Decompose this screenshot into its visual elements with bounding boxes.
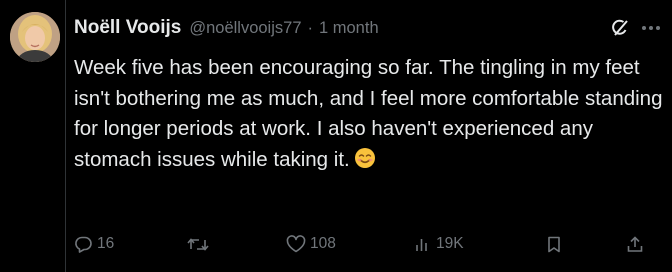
tweet-text-block: Week five has been encouraging so far. T…: [74, 53, 664, 175]
header-separator: ·: [307, 18, 314, 37]
views-count: 19K: [436, 235, 464, 252]
author-handle[interactable]: @noëllvooijs77: [189, 19, 301, 38]
smiling-face-emoji: [354, 147, 376, 169]
author-display-name[interactable]: Noëll Vooijs: [74, 17, 181, 39]
views-chart-icon: [414, 235, 432, 254]
share-icon: [626, 235, 644, 254]
repost-icon: [187, 235, 209, 254]
tweet-header: Noëll Vooijs @noëllvooijs77 · 1 month: [74, 16, 379, 40]
tweet-card[interactable]: Noëll Vooijs @noëllvooijs77 · 1 month We…: [0, 0, 672, 272]
bookmark-button[interactable]: [545, 231, 563, 257]
reply-icon: [74, 235, 93, 254]
reply-count: 16: [97, 235, 115, 252]
repost-button[interactable]: [187, 231, 213, 257]
grok-icon[interactable]: [610, 18, 630, 38]
share-button[interactable]: [626, 231, 644, 257]
heart-icon: [286, 234, 306, 254]
like-count: 108: [310, 235, 336, 252]
like-button[interactable]: 108: [286, 231, 336, 257]
views-button[interactable]: 19K: [414, 231, 464, 257]
action-bar: 16 108 19K: [0, 231, 672, 257]
reply-button[interactable]: 16: [74, 231, 114, 257]
tweet-timestamp[interactable]: 1 month: [319, 19, 379, 38]
more-icon[interactable]: [640, 20, 662, 36]
bookmark-icon: [545, 235, 563, 254]
avatar[interactable]: [10, 12, 60, 62]
